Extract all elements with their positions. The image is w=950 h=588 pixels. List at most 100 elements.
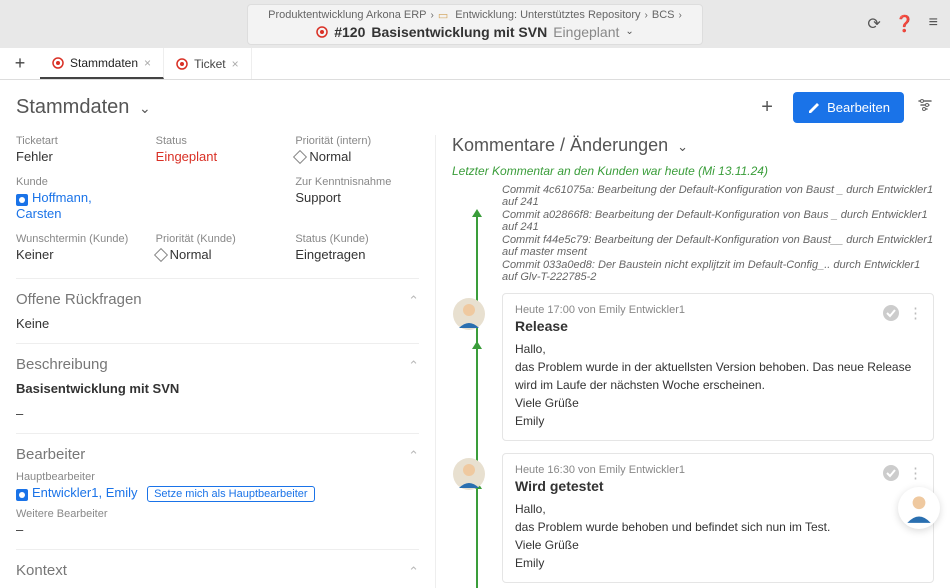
hauptbearbeiter-value[interactable]: Entwickler1, Emily Setze mich als Hauptb… bbox=[16, 485, 419, 502]
chevron-right-icon: › bbox=[431, 10, 434, 21]
page-title[interactable]: Stammdaten ⌄ bbox=[16, 96, 151, 119]
breadcrumb-project[interactable]: Produktentwicklung Arkona ERP bbox=[268, 9, 426, 21]
kunde-label: Kunde bbox=[16, 176, 140, 188]
hauptbearbeiter-label: Hauptbearbeiter bbox=[16, 471, 419, 483]
tab-add-button[interactable]: + bbox=[0, 53, 40, 74]
last-comment-note: Letzter Kommentar an den Kunden war heut… bbox=[452, 164, 934, 178]
status-kunde-label: Status (Kunde) bbox=[295, 233, 419, 245]
edit-button[interactable]: Bearbeiten bbox=[793, 92, 904, 123]
add-button[interactable]: + bbox=[753, 96, 781, 119]
kunde-value[interactable]: Hoffmann, Carsten bbox=[16, 190, 140, 221]
collapse-icon[interactable]: ⌃ bbox=[408, 564, 419, 580]
kenntnis-value: Support bbox=[295, 190, 419, 205]
details-pane: Ticketart Fehler Status Eingeplant Priorit… bbox=[0, 135, 435, 588]
floating-avatar-button[interactable] bbox=[898, 487, 940, 529]
chevron-down-icon[interactable]: ⌄ bbox=[677, 139, 688, 154]
section-title: Offene Rückfragen bbox=[16, 291, 419, 308]
breadcrumb-repo[interactable]: Entwicklung: Unterstütztes Repository bbox=[455, 9, 640, 21]
folder-icon: ▭ bbox=[438, 9, 448, 22]
ticket-id: #120 bbox=[334, 24, 365, 40]
avatar bbox=[453, 298, 485, 330]
bug-icon bbox=[316, 26, 328, 38]
chevron-down-icon[interactable]: ⌄ bbox=[625, 26, 633, 37]
weitere-bearbeiter-label: Weitere Bearbeiter bbox=[16, 508, 419, 520]
check-circle-icon[interactable] bbox=[882, 304, 900, 326]
breadcrumb-area[interactable]: BCS bbox=[652, 9, 675, 21]
comments-header[interactable]: Kommentare / Änderungen ⌄ bbox=[452, 135, 934, 156]
tab-stammdaten[interactable]: Stammdaten × bbox=[40, 48, 164, 79]
help-icon[interactable]: ❓ bbox=[895, 14, 915, 34]
check-circle-icon[interactable] bbox=[882, 464, 900, 486]
section-bearbeiter: Bearbeiter ⌃ Hauptbearbeiter Entwickler1… bbox=[16, 433, 419, 549]
tab-ticket[interactable]: Ticket × bbox=[164, 48, 252, 79]
wunschtermin-value: Keiner bbox=[16, 247, 140, 262]
ticket-status: Eingeplant bbox=[553, 24, 619, 40]
kenntnis-label: Zur Kenntnisnahme bbox=[295, 176, 419, 188]
prioritaet-intern-value: Normal bbox=[295, 149, 419, 164]
comment-title: Wird getestet bbox=[515, 478, 921, 494]
timeline-line bbox=[476, 212, 478, 588]
section-rueckfragen: Offene Rückfragen ⌃ Keine bbox=[16, 278, 419, 343]
refresh-icon[interactable]: ⟳ bbox=[867, 14, 880, 34]
commit-list: Commit 4c61075a: Bearbeitung der Default… bbox=[502, 184, 934, 283]
pencil-icon bbox=[807, 101, 821, 115]
ticket-title: Basisentwicklung mit SVN bbox=[371, 24, 547, 40]
prioritaet-intern-label: Priorität (intern) bbox=[295, 135, 419, 147]
chevron-right-icon: › bbox=[645, 10, 648, 21]
status-label: Status bbox=[156, 135, 280, 147]
section-beschreibung: Beschreibung ⌃ Basisentwicklung mit SVN … bbox=[16, 343, 419, 433]
page-header: Stammdaten ⌄ + Bearbeiten bbox=[0, 80, 950, 135]
tab-label: Stammdaten bbox=[70, 56, 138, 70]
beschreibung-body: – bbox=[16, 406, 419, 421]
tab-label: Ticket bbox=[194, 57, 226, 71]
tabstrip: + Stammdaten × Ticket × bbox=[0, 48, 950, 80]
commit-entry: Commit a02866f8: Bearbeitung der Default… bbox=[502, 209, 934, 233]
comment-title: Release bbox=[515, 318, 921, 334]
comment-meta: Heute 17:00 von Emily Entwickler1 bbox=[515, 304, 921, 316]
timeline-arrow-icon bbox=[471, 340, 483, 352]
close-icon[interactable]: × bbox=[144, 56, 151, 70]
avatar-icon bbox=[902, 491, 936, 525]
comment-body: Hallo, das Problem wurde behoben und bef… bbox=[515, 500, 921, 572]
collapse-icon[interactable]: ⌃ bbox=[408, 293, 419, 309]
person-icon bbox=[16, 194, 28, 206]
weitere-bearbeiter-value: – bbox=[16, 522, 419, 537]
section-title: Beschreibung bbox=[16, 356, 419, 373]
set-me-main-button[interactable]: Setze mich als Hauptbearbeiter bbox=[147, 486, 314, 502]
rueckfragen-value: Keine bbox=[16, 316, 419, 331]
ticketart-value: Fehler bbox=[16, 149, 140, 164]
more-icon[interactable]: ⋮ bbox=[908, 304, 923, 326]
status-value: Eingeplant bbox=[156, 149, 280, 164]
timeline-arrow-icon bbox=[471, 208, 483, 220]
comment-body: Hallo, das Problem wurde in der aktuells… bbox=[515, 340, 921, 430]
menu-icon[interactable]: ≡ bbox=[929, 14, 938, 34]
ticketart-label: Ticketart bbox=[16, 135, 140, 147]
breadcrumb[interactable]: Produktentwicklung Arkona ERP › ▭ Entwic… bbox=[247, 4, 703, 45]
avatar bbox=[453, 458, 485, 490]
person-icon bbox=[16, 489, 28, 501]
priority-diamond-icon bbox=[154, 248, 168, 262]
section-title: Bearbeiter bbox=[16, 446, 419, 463]
bug-icon bbox=[176, 58, 188, 70]
collapse-icon[interactable]: ⌃ bbox=[408, 448, 419, 464]
commit-entry: Commit 4c61075a: Bearbeitung der Default… bbox=[502, 184, 934, 208]
collapse-icon[interactable]: ⌃ bbox=[408, 358, 419, 374]
comment-meta: Heute 16:30 von Emily Entwickler1 bbox=[515, 464, 921, 476]
comments-pane: Kommentare / Änderungen ⌄ Letzter Kommen… bbox=[435, 135, 950, 588]
close-icon[interactable]: × bbox=[232, 57, 239, 71]
chevron-right-icon: › bbox=[679, 10, 682, 21]
comment-card: ⋮ Heute 17:00 von Emily Entwickler1 Rele… bbox=[502, 293, 934, 441]
commit-entry: Commit 033a0ed8: Der Baustein nicht expl… bbox=[502, 259, 934, 283]
topbar: Produktentwicklung Arkona ERP › ▭ Entwic… bbox=[0, 0, 950, 48]
chevron-down-icon[interactable]: ⌄ bbox=[139, 100, 151, 116]
prioritaet-kunde-label: Priorität (Kunde) bbox=[156, 233, 280, 245]
beschreibung-value: Basisentwicklung mit SVN bbox=[16, 381, 419, 396]
comment-card: ⋮ Heute 16:30 von Emily Entwickler1 Wird… bbox=[502, 453, 934, 583]
commit-entry: Commit f44e5c79: Bearbeitung der Default… bbox=[502, 234, 934, 258]
section-kontext: Kontext ⌃ ID#120 Bezug▭BCS bbox=[16, 549, 419, 588]
wunschtermin-label: Wunschtermin (Kunde) bbox=[16, 233, 140, 245]
status-kunde-value: Eingetragen bbox=[295, 247, 419, 262]
more-icon[interactable]: ⋮ bbox=[908, 464, 923, 486]
prioritaet-kunde-value: Normal bbox=[156, 247, 280, 262]
filter-icon[interactable] bbox=[916, 96, 934, 119]
